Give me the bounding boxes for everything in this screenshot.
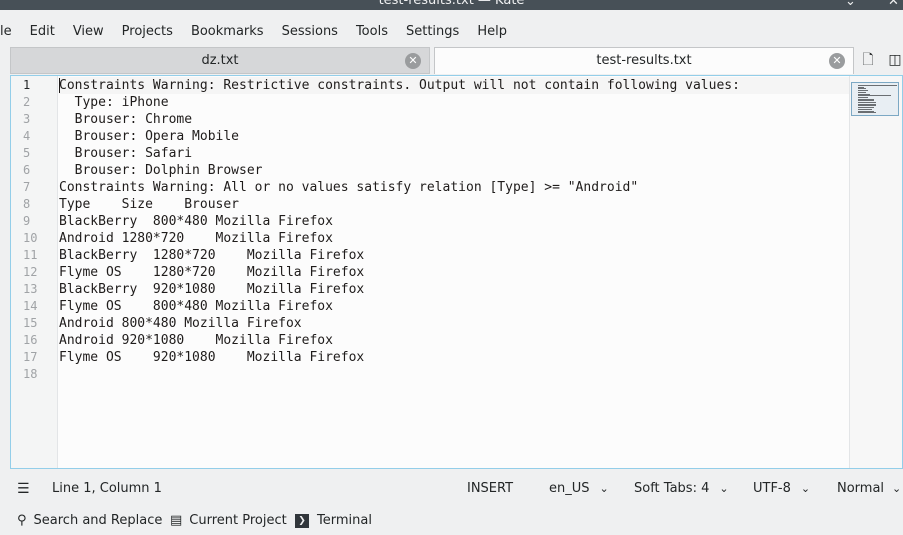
line-number: 4: [23, 129, 31, 143]
chevron-down-icon[interactable]: ⌄: [845, 0, 856, 9]
current-project-button[interactable]: ▤ Current Project: [170, 509, 287, 533]
line-number: 18: [23, 367, 38, 381]
line-number: 14: [23, 299, 38, 313]
tab-label: dz.txt: [201, 53, 239, 68]
line-number: 12: [23, 265, 38, 279]
close-icon[interactable]: ✕: [888, 0, 899, 9]
line-number: 3: [23, 112, 31, 126]
close-tab-icon[interactable]: ✕: [829, 53, 845, 69]
text-editor[interactable]: 1 2 3 4 5 6 7 8 9 10 11 12 13 14 15 16 17 18 Constraints …: [10, 75, 903, 469]
dictionary-label: en_US: [549, 481, 590, 496]
menu-settings[interactable]: Settings: [397, 20, 468, 44]
line-number-gutter: 1 2 3 4 5 6 7 8 9 10 11 12 13 14 15 16 17 18: [11, 76, 58, 468]
window-title: test-results.txt — Kate: [378, 0, 525, 8]
line-number: 17: [23, 350, 38, 364]
minimap-viewport[interactable]: [851, 82, 899, 116]
code-line[interactable]: BlackBerry 920*1080 Mozilla Firefox: [59, 281, 849, 298]
indent-selector[interactable]: Soft Tabs: 4 ⌄: [634, 476, 729, 502]
current-project-label: Current Project: [189, 513, 287, 528]
line-number: 10: [23, 231, 38, 245]
menu-file[interactable]: le: [0, 20, 21, 44]
line-number: 8: [23, 197, 31, 211]
dictionary-selector[interactable]: en_US ⌄: [549, 476, 609, 502]
line-number: 15: [23, 316, 38, 330]
line-number: 11: [23, 248, 38, 262]
tool-view-bar: ⚲ Search and Replace ▤ Current Project ❯…: [0, 509, 903, 533]
code-line[interactable]: Type: iPhone: [59, 94, 849, 111]
new-document-icon[interactable]: 🗋: [860, 52, 876, 68]
code-line[interactable]: Brouser: Safari: [59, 145, 849, 162]
menu-help[interactable]: Help: [468, 20, 516, 44]
line-number: 7: [23, 180, 31, 194]
code-line[interactable]: Flyme OS 800*480 Mozilla Firefox: [59, 298, 849, 315]
line-number: 5: [23, 146, 31, 160]
code-area[interactable]: Constraints Warning: Restrictive constra…: [59, 76, 849, 468]
chevron-down-icon: ⌄: [892, 482, 902, 495]
tab-bar: dz.txt ✕ test-results.txt ✕ 🗋 ◫: [10, 47, 903, 74]
text-align-icon: ☰: [17, 481, 30, 497]
tab-label: test-results.txt: [596, 53, 692, 68]
menu-edit[interactable]: Edit: [21, 20, 64, 44]
search-and-replace-label: Search and Replace: [33, 513, 163, 528]
code-line[interactable]: Constraints Warning: All or no values sa…: [59, 179, 849, 196]
terminal-icon: ❯: [295, 514, 309, 528]
menu-sessions[interactable]: Sessions: [273, 20, 347, 44]
search-icon: ⚲: [17, 513, 27, 528]
line-number: 16: [23, 333, 38, 347]
window-titlebar: test-results.txt — Kate ⌄ ⌃ ✕: [0, 0, 903, 10]
minimap[interactable]: [849, 76, 902, 468]
minimap-line: [858, 112, 876, 114]
line-number: 1: [23, 78, 31, 92]
encoding-label: UTF-8: [753, 481, 791, 496]
code-line[interactable]: Type Size Brouser: [59, 196, 849, 213]
terminal-label: Terminal: [317, 513, 372, 528]
project-icon: ▤: [170, 513, 183, 528]
chevron-up-icon[interactable]: ⌃: [868, 0, 879, 9]
code-line[interactable]: Android 920*1080 Mozilla Firefox: [59, 332, 849, 349]
search-and-replace-button[interactable]: ⚲ Search and Replace: [17, 509, 162, 533]
menu-projects[interactable]: Projects: [113, 20, 182, 44]
menu-tools[interactable]: Tools: [347, 20, 397, 44]
line-number: 13: [23, 282, 38, 296]
code-line[interactable]: BlackBerry 1280*720 Mozilla Firefox: [59, 247, 849, 264]
indent-label: Soft Tabs: 4: [634, 481, 710, 496]
chevron-down-icon: ⌄: [800, 482, 811, 495]
chevron-down-icon: ⌄: [599, 482, 609, 495]
code-line[interactable]: Flyme OS 1280*720 Mozilla Firefox: [59, 264, 849, 281]
highlight-label: Normal: [837, 481, 885, 496]
code-line[interactable]: Brouser: Chrome: [59, 111, 849, 128]
tab-dz-txt[interactable]: dz.txt ✕: [10, 47, 430, 74]
code-line[interactable]: Brouser: Opera Mobile: [59, 128, 849, 145]
highlight-selector[interactable]: Normal ⌄: [837, 476, 901, 502]
close-tab-icon[interactable]: ✕: [405, 53, 421, 69]
code-line[interactable]: Constraints Warning: Restrictive constra…: [59, 77, 849, 94]
code-line[interactable]: Android 800*480 Mozilla Firefox: [59, 315, 849, 332]
line-number: 2: [23, 95, 31, 109]
line-number: 9: [23, 214, 31, 228]
code-line[interactable]: Brouser: Dolphin Browser: [59, 162, 849, 179]
chevron-down-icon: ⌄: [719, 482, 729, 495]
cursor-position[interactable]: Line 1, Column 1: [52, 476, 162, 502]
menu-bookmarks[interactable]: Bookmarks: [182, 20, 273, 44]
split-view-icon[interactable]: ◫: [887, 52, 903, 68]
terminal-button[interactable]: ❯ Terminal: [295, 509, 372, 533]
menu-view[interactable]: View: [64, 20, 113, 44]
code-line[interactable]: Android 1280*720 Mozilla Firefox: [59, 230, 849, 247]
menu-bar: le Edit View Projects Bookmarks Sessions…: [0, 20, 516, 44]
text-cursor: [59, 78, 60, 93]
tab-test-results-txt[interactable]: test-results.txt ✕: [434, 47, 854, 74]
input-mode[interactable]: INSERT: [467, 476, 513, 502]
code-line[interactable]: BlackBerry 800*480 Mozilla Firefox: [59, 213, 849, 230]
line-number: 6: [23, 163, 31, 177]
code-line[interactable]: Flyme OS 920*1080 Mozilla Firefox: [59, 349, 849, 366]
code-line[interactable]: [59, 366, 849, 383]
encoding-selector[interactable]: UTF-8 ⌄: [753, 476, 810, 502]
